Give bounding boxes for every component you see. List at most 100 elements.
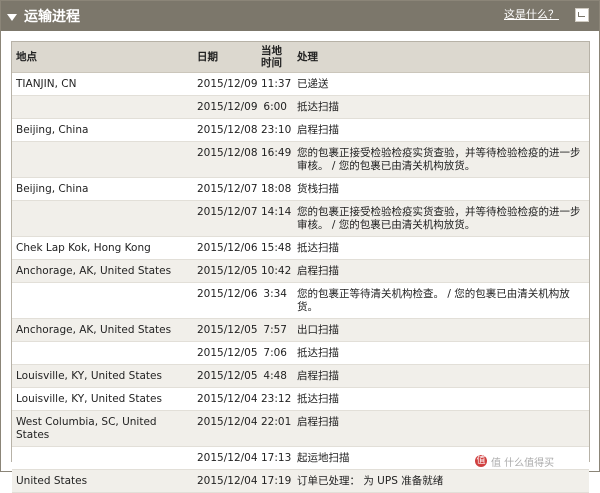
cell-time-text: 23:12 xyxy=(261,393,292,405)
cell-time-text: 22:01 xyxy=(261,416,292,428)
cell-time: 23:10 xyxy=(257,118,293,142)
cell-location-text: Chek Lap Kok, Hong Kong xyxy=(16,242,151,254)
progress-table: 地点 日期 当地时间 处理 TIANJIN, CN 2015/12/09 11:37… xyxy=(12,42,589,493)
cell-date: 2015/12/06 xyxy=(193,236,258,260)
cell-date: 2015/12/08 xyxy=(193,141,258,178)
cell-time: 4:48 xyxy=(257,364,293,388)
cell-location xyxy=(12,200,193,237)
cell-location: Chek Lap Kok, Hong Kong xyxy=(12,236,193,260)
table-row: Chek Lap Kok, Hong Kong 2015/12/06 15:48 抵达… xyxy=(12,236,589,260)
cell-activity: 您的包裹正接受检验检疫实货查验，并等待检验检疫的进一步审核。 / 您的包裹已由清… xyxy=(293,200,589,237)
cell-location-text: Anchorage, AK, United States xyxy=(16,324,172,336)
cell-activity-text: 您的包裹正等待清关机构检查。 / 您的包裹已由清关机构放货。 xyxy=(297,288,570,313)
cell-location-text: Anchorage, AK, United States xyxy=(16,265,172,277)
cell-date-text: 2015/12/08 xyxy=(197,147,258,159)
table-row: West Columbia, SC, United States 2015/12/… xyxy=(12,410,589,447)
cell-location: Beijing, China xyxy=(12,118,193,142)
cell-activity-text: 抵达扫描 xyxy=(297,101,339,113)
cell-time-text: 14:14 xyxy=(261,206,292,218)
cell-time: 23:12 xyxy=(257,387,293,411)
cell-date: 2015/12/04 xyxy=(193,410,258,447)
whats-this-link[interactable]: 这是什么？ xyxy=(504,6,559,22)
cell-activity-text: 启程扫描 xyxy=(297,265,339,277)
cell-activity-text: 启程扫描 xyxy=(297,416,339,428)
table-row: Beijing, China 2015/12/08 23:10 启程扫描 xyxy=(12,118,589,142)
cell-activity: 已递送 xyxy=(293,72,589,96)
cell-location xyxy=(12,446,193,470)
cell-time: 11:37 xyxy=(257,72,293,96)
cell-location-text xyxy=(16,96,189,105)
cell-activity: 订单已处理： 为 UPS 准备就绪 xyxy=(293,469,589,493)
watermark: 值 值 什么值得买 xyxy=(475,453,593,469)
cell-location-text: Louisville, KY, United States xyxy=(16,370,162,382)
cell-time: 7:57 xyxy=(257,318,293,342)
table-header-row: 地点 日期 当地时间 处理 xyxy=(12,42,589,73)
cell-location-text xyxy=(16,342,189,351)
cell-location-text xyxy=(16,142,189,151)
panel-title: 运输进程 xyxy=(24,9,80,25)
cell-time: 7:06 xyxy=(257,341,293,365)
cell-date: 2015/12/05 xyxy=(193,259,258,283)
help-popup-icon[interactable] xyxy=(575,8,589,22)
cell-time: 14:14 xyxy=(257,200,293,237)
cell-date-text: 2015/12/06 xyxy=(197,288,258,300)
cell-activity-text: 抵达扫描 xyxy=(297,242,339,254)
cell-activity: 抵达扫描 xyxy=(293,95,589,119)
panel-header[interactable]: 运输进程 这是什么？ xyxy=(1,1,599,31)
table-row: 2015/12/05 7:06 抵达扫描 xyxy=(12,341,589,365)
cell-location-text: United States xyxy=(16,475,88,487)
cell-location-text xyxy=(16,447,189,456)
cell-activity-text: 启程扫描 xyxy=(297,370,339,382)
cell-date-text: 2015/12/06 xyxy=(197,242,258,254)
column-header-local-time: 当地时间 xyxy=(257,42,293,73)
table-row: 2015/12/07 14:14 您的包裹正接受检验检疫实货查验，并等待检验检疫的进… xyxy=(12,200,589,237)
cell-date-text: 2015/12/04 xyxy=(197,475,258,487)
cell-time: 18:08 xyxy=(257,177,293,201)
cell-location: Anchorage, AK, United States xyxy=(12,318,193,342)
cell-date: 2015/12/09 xyxy=(193,95,258,119)
triangle-down-icon[interactable] xyxy=(7,13,17,21)
cell-activity: 启程扫描 xyxy=(293,118,589,142)
cell-date-text: 2015/12/07 xyxy=(197,183,258,195)
cell-time-text: 23:10 xyxy=(261,124,292,136)
column-header-activity: 处理 xyxy=(293,42,589,73)
cell-activity: 抵达扫描 xyxy=(293,387,589,411)
cell-activity: 启程扫描 xyxy=(293,410,589,447)
cell-date: 2015/12/08 xyxy=(193,118,258,142)
cell-activity: 启程扫描 xyxy=(293,259,589,283)
cell-time-text: 7:06 xyxy=(263,347,287,359)
cell-time: 15:48 xyxy=(257,236,293,260)
cell-date: 2015/12/07 xyxy=(193,200,258,237)
cell-date-text: 2015/12/05 xyxy=(197,370,258,382)
cell-activity-text: 出口扫描 xyxy=(297,324,339,336)
cell-time-text: 10:42 xyxy=(261,265,292,277)
cell-location-text: Louisville, KY, United States xyxy=(16,393,162,405)
cell-activity-text: 抵达扫描 xyxy=(297,347,339,359)
cell-time-text: 15:48 xyxy=(261,242,292,254)
cell-activity: 启程扫描 xyxy=(293,364,589,388)
cell-date: 2015/12/05 xyxy=(193,318,258,342)
cell-time: 3:34 xyxy=(257,282,293,319)
cell-location-text xyxy=(16,201,189,210)
cell-location: West Columbia, SC, United States xyxy=(12,410,193,447)
cell-activity-text: 您的包裹正接受检验检疫实货查验，并等待检验检疫的进一步审核。 / 您的包裹已由清… xyxy=(297,147,581,172)
cell-location xyxy=(12,282,193,319)
cell-activity-text: 抵达扫描 xyxy=(297,393,339,405)
table-row: Louisville, KY, United States 2015/12/04 2… xyxy=(12,387,589,411)
cell-activity: 抵达扫描 xyxy=(293,236,589,260)
cell-activity: 您的包裹正接受检验检疫实货查验，并等待检验检疫的进一步审核。 / 您的包裹已由清… xyxy=(293,141,589,178)
cell-time-text: 17:19 xyxy=(261,475,292,487)
cell-time: 10:42 xyxy=(257,259,293,283)
cell-location: Louisville, KY, United States xyxy=(12,387,193,411)
cell-time-text: 17:13 xyxy=(261,452,292,464)
cell-activity-text: 订单已处理： 为 UPS 准备就绪 xyxy=(297,475,444,487)
cell-date-text: 2015/12/05 xyxy=(197,265,258,277)
cell-date: 2015/12/05 xyxy=(193,364,258,388)
table-row: 2015/12/09 6:00 抵达扫描 xyxy=(12,95,589,119)
cell-time: 17:13 xyxy=(257,446,293,470)
cell-activity: 抵达扫描 xyxy=(293,341,589,365)
cell-location-text xyxy=(16,283,189,292)
table-row: Anchorage, AK, United States 2015/12/05 7:… xyxy=(12,318,589,342)
cell-activity-text: 启程扫描 xyxy=(297,124,339,136)
cell-date-text: 2015/12/04 xyxy=(197,393,258,405)
